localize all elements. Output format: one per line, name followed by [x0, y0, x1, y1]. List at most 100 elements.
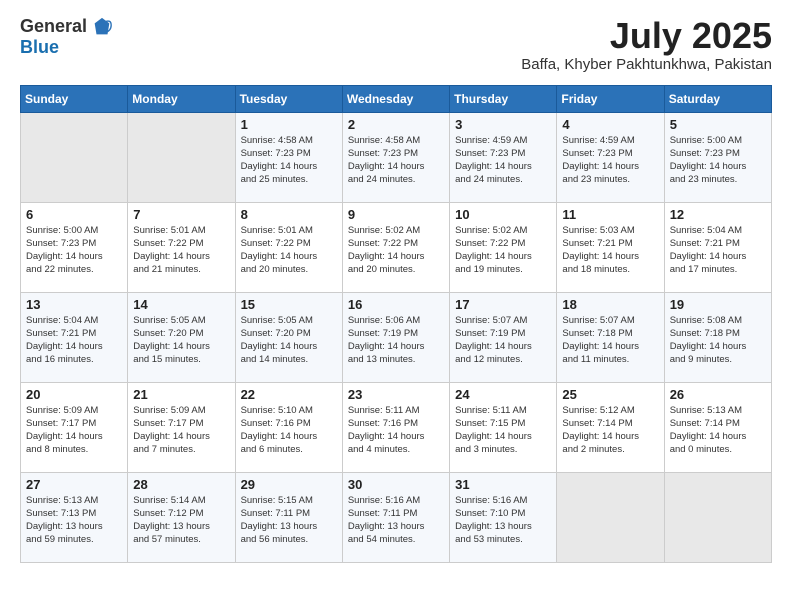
- day-number: 26: [670, 387, 766, 402]
- day-of-week-header: Monday: [128, 85, 235, 112]
- cell-info: Sunrise: 5:11 AM Sunset: 7:15 PM Dayligh…: [455, 404, 551, 457]
- day-number: 10: [455, 207, 551, 222]
- day-number: 1: [241, 117, 337, 132]
- calendar-cell: 28 Sunrise: 5:14 AM Sunset: 7:12 PM Dayli…: [128, 472, 235, 562]
- calendar-cell: 15 Sunrise: 5:05 AM Sunset: 7:20 PM Dayli…: [235, 292, 342, 382]
- logo-general-text: General: [20, 17, 87, 37]
- cell-info: Sunrise: 5:16 AM Sunset: 7:10 PM Dayligh…: [455, 494, 551, 547]
- cell-info: Sunrise: 4:59 AM Sunset: 7:23 PM Dayligh…: [562, 134, 658, 187]
- day-number: 22: [241, 387, 337, 402]
- calendar-cell: 6Sunrise: 5:00 AM Sunset: 7:23 PM Daylig…: [21, 202, 128, 292]
- calendar-cell: 8 Sunrise: 5:01 AM Sunset: 7:22 PM Daylig…: [235, 202, 342, 292]
- calendar-week-row: 1 Sunrise: 4:58 AM Sunset: 7:23 PM Daylig…: [21, 112, 772, 202]
- cell-info: Sunrise: 5:07 AM Sunset: 7:19 PM Dayligh…: [455, 314, 551, 367]
- location-subtitle: Baffa, Khyber Pakhtunkhwa, Pakistan: [521, 56, 772, 73]
- day-number: 30: [348, 477, 444, 492]
- calendar-cell: 18 Sunrise: 5:07 AM Sunset: 7:18 PM Dayli…: [557, 292, 664, 382]
- calendar-cell: 11 Sunrise: 5:03 AM Sunset: 7:21 PM Dayli…: [557, 202, 664, 292]
- calendar-cell: 22 Sunrise: 5:10 AM Sunset: 7:16 PM Dayli…: [235, 382, 342, 472]
- calendar-cell: 25 Sunrise: 5:12 AM Sunset: 7:14 PM Dayli…: [557, 382, 664, 472]
- logo: General Blue: [20, 16, 113, 58]
- day-of-week-header: Wednesday: [342, 85, 449, 112]
- day-number: 14: [133, 297, 229, 312]
- cell-info: Sunrise: 5:01 AM Sunset: 7:22 PM Dayligh…: [241, 224, 337, 277]
- calendar-cell: 4 Sunrise: 4:59 AM Sunset: 7:23 PM Daylig…: [557, 112, 664, 202]
- cell-info: Sunrise: 5:04 AM Sunset: 7:21 PM Dayligh…: [26, 314, 122, 367]
- day-of-week-header: Friday: [557, 85, 664, 112]
- calendar-header-row: SundayMondayTuesdayWednesdayThursdayFrid…: [21, 85, 772, 112]
- cell-info: Sunrise: 4:58 AM Sunset: 7:23 PM Dayligh…: [241, 134, 337, 187]
- calendar-cell: 16 Sunrise: 5:06 AM Sunset: 7:19 PM Dayli…: [342, 292, 449, 382]
- calendar-cell: 23Sunrise: 5:11 AM Sunset: 7:16 PM Dayli…: [342, 382, 449, 472]
- day-number: 9: [348, 207, 444, 222]
- calendar-week-row: 13 Sunrise: 5:04 AM Sunset: 7:21 PM Dayli…: [21, 292, 772, 382]
- day-number: 31: [455, 477, 551, 492]
- calendar-week-row: 20Sunrise: 5:09 AM Sunset: 7:17 PM Dayli…: [21, 382, 772, 472]
- calendar-cell: 5 Sunrise: 5:00 AM Sunset: 7:23 PM Daylig…: [664, 112, 771, 202]
- cell-info: Sunrise: 5:13 AM Sunset: 7:13 PM Dayligh…: [26, 494, 122, 547]
- day-number: 25: [562, 387, 658, 402]
- day-number: 20: [26, 387, 122, 402]
- day-number: 11: [562, 207, 658, 222]
- month-year-title: July 2025: [521, 16, 772, 56]
- day-number: 21: [133, 387, 229, 402]
- day-number: 12: [670, 207, 766, 222]
- cell-info: Sunrise: 5:10 AM Sunset: 7:16 PM Dayligh…: [241, 404, 337, 457]
- cell-info: Sunrise: 5:14 AM Sunset: 7:12 PM Dayligh…: [133, 494, 229, 547]
- day-number: 17: [455, 297, 551, 312]
- day-number: 4: [562, 117, 658, 132]
- calendar-cell: 13 Sunrise: 5:04 AM Sunset: 7:21 PM Dayli…: [21, 292, 128, 382]
- day-number: 5: [670, 117, 766, 132]
- calendar-cell: 7 Sunrise: 5:01 AM Sunset: 7:22 PM Daylig…: [128, 202, 235, 292]
- calendar-cell: 21Sunrise: 5:09 AM Sunset: 7:17 PM Dayli…: [128, 382, 235, 472]
- cell-info: Sunrise: 5:11 AM Sunset: 7:16 PM Dayligh…: [348, 404, 444, 457]
- calendar-cell: 1 Sunrise: 4:58 AM Sunset: 7:23 PM Daylig…: [235, 112, 342, 202]
- calendar-cell: 14 Sunrise: 5:05 AM Sunset: 7:20 PM Dayli…: [128, 292, 235, 382]
- cell-info: Sunrise: 5:07 AM Sunset: 7:18 PM Dayligh…: [562, 314, 658, 367]
- logo-blue-text: Blue: [20, 38, 113, 58]
- cell-info: Sunrise: 5:02 AM Sunset: 7:22 PM Dayligh…: [455, 224, 551, 277]
- cell-info: Sunrise: 5:04 AM Sunset: 7:21 PM Dayligh…: [670, 224, 766, 277]
- day-number: 27: [26, 477, 122, 492]
- calendar-table: SundayMondayTuesdayWednesdayThursdayFrid…: [20, 85, 772, 563]
- calendar-cell: 17 Sunrise: 5:07 AM Sunset: 7:19 PM Dayli…: [450, 292, 557, 382]
- cell-info: Sunrise: 5:12 AM Sunset: 7:14 PM Dayligh…: [562, 404, 658, 457]
- calendar-cell: 10 Sunrise: 5:02 AM Sunset: 7:22 PM Dayli…: [450, 202, 557, 292]
- calendar-cell: [664, 472, 771, 562]
- day-number: 3: [455, 117, 551, 132]
- day-number: 16: [348, 297, 444, 312]
- day-number: 19: [670, 297, 766, 312]
- cell-info: Sunrise: 5:08 AM Sunset: 7:18 PM Dayligh…: [670, 314, 766, 367]
- cell-info: Sunrise: 5:02 AM Sunset: 7:22 PM Dayligh…: [348, 224, 444, 277]
- calendar-cell: 3Sunrise: 4:59 AM Sunset: 7:23 PM Daylig…: [450, 112, 557, 202]
- calendar-week-row: 27 Sunrise: 5:13 AM Sunset: 7:13 PM Dayli…: [21, 472, 772, 562]
- calendar-cell: [557, 472, 664, 562]
- calendar-cell: 12 Sunrise: 5:04 AM Sunset: 7:21 PM Dayli…: [664, 202, 771, 292]
- cell-info: Sunrise: 5:03 AM Sunset: 7:21 PM Dayligh…: [562, 224, 658, 277]
- cell-info: Sunrise: 5:01 AM Sunset: 7:22 PM Dayligh…: [133, 224, 229, 277]
- calendar-week-row: 6Sunrise: 5:00 AM Sunset: 7:23 PM Daylig…: [21, 202, 772, 292]
- day-of-week-header: Tuesday: [235, 85, 342, 112]
- cell-info: Sunrise: 5:13 AM Sunset: 7:14 PM Dayligh…: [670, 404, 766, 457]
- cell-info: Sunrise: 5:00 AM Sunset: 7:23 PM Dayligh…: [670, 134, 766, 187]
- calendar-cell: 29Sunrise: 5:15 AM Sunset: 7:11 PM Dayli…: [235, 472, 342, 562]
- cell-info: Sunrise: 5:06 AM Sunset: 7:19 PM Dayligh…: [348, 314, 444, 367]
- title-block: July 2025 Baffa, Khyber Pakhtunkhwa, Pak…: [521, 16, 772, 73]
- day-number: 6: [26, 207, 122, 222]
- day-of-week-header: Sunday: [21, 85, 128, 112]
- calendar-cell: 30 Sunrise: 5:16 AM Sunset: 7:11 PM Dayli…: [342, 472, 449, 562]
- day-number: 8: [241, 207, 337, 222]
- cell-info: Sunrise: 5:05 AM Sunset: 7:20 PM Dayligh…: [133, 314, 229, 367]
- day-number: 13: [26, 297, 122, 312]
- day-number: 18: [562, 297, 658, 312]
- cell-info: Sunrise: 4:58 AM Sunset: 7:23 PM Dayligh…: [348, 134, 444, 187]
- cell-info: Sunrise: 5:16 AM Sunset: 7:11 PM Dayligh…: [348, 494, 444, 547]
- calendar-cell: 19 Sunrise: 5:08 AM Sunset: 7:18 PM Dayli…: [664, 292, 771, 382]
- day-number: 28: [133, 477, 229, 492]
- cell-info: Sunrise: 5:05 AM Sunset: 7:20 PM Dayligh…: [241, 314, 337, 367]
- day-number: 29: [241, 477, 337, 492]
- day-number: 7: [133, 207, 229, 222]
- calendar-cell: 9 Sunrise: 5:02 AM Sunset: 7:22 PM Daylig…: [342, 202, 449, 292]
- day-number: 15: [241, 297, 337, 312]
- day-of-week-header: Saturday: [664, 85, 771, 112]
